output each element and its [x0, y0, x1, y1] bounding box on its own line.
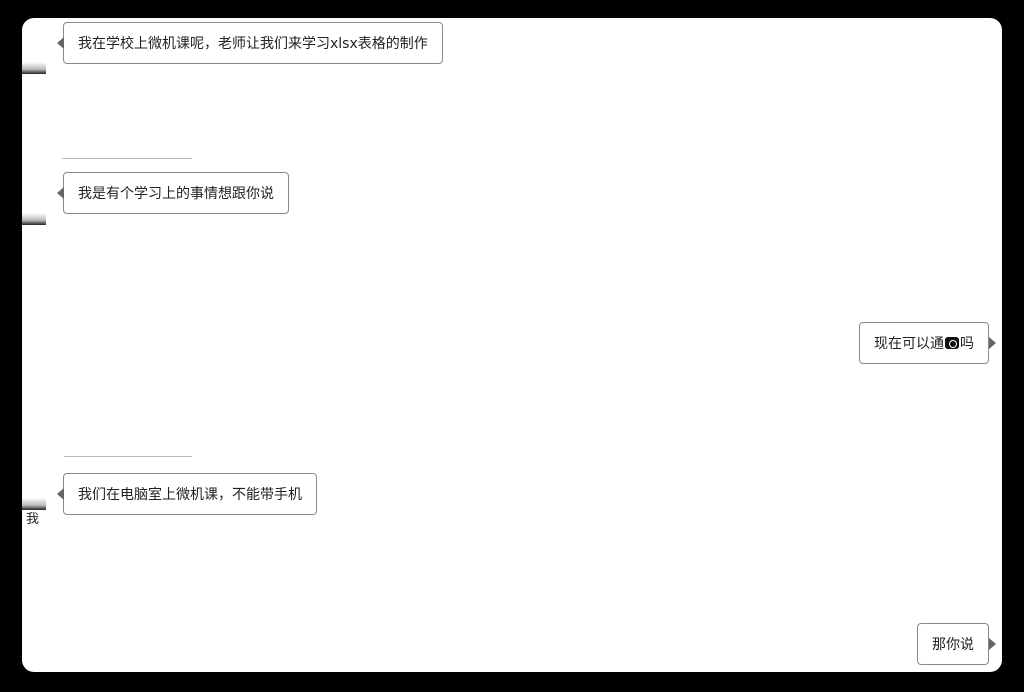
avatar-label: 我: [26, 512, 40, 527]
phone-icon: [945, 337, 959, 349]
chat-bubble-outgoing[interactable]: 现在可以通 吗: [859, 322, 996, 364]
avatar[interactable]: [22, 213, 46, 225]
message-text-part: 吗: [960, 336, 974, 352]
chat-bubble-incoming[interactable]: 我在学校上微机课呢，老师让我们来学习xlsx表格的制作: [57, 22, 443, 64]
message-text-part: 现在可以通: [874, 336, 944, 352]
chat-window: 我在学校上微机课呢，老师让我们来学习xlsx表格的制作 我是有个学习上的事情想跟…: [22, 18, 1002, 672]
avatar[interactable]: [22, 62, 46, 74]
chat-bubble-outgoing[interactable]: 那你说: [917, 623, 996, 665]
message-text: 我是有个学习上的事情想跟你说: [78, 186, 274, 202]
chat-bubble-incoming[interactable]: 我们在电脑室上微机课，不能带手机: [57, 473, 317, 515]
chat-bubble-incoming[interactable]: 我是有个学习上的事情想跟你说: [57, 172, 289, 214]
message-text: 我在学校上微机课呢，老师让我们来学习xlsx表格的制作: [78, 36, 428, 52]
message-text: 我们在电脑室上微机课，不能带手机: [78, 487, 302, 503]
divider: [64, 456, 192, 457]
message-text: 那你说: [932, 637, 974, 653]
divider: [62, 158, 192, 159]
